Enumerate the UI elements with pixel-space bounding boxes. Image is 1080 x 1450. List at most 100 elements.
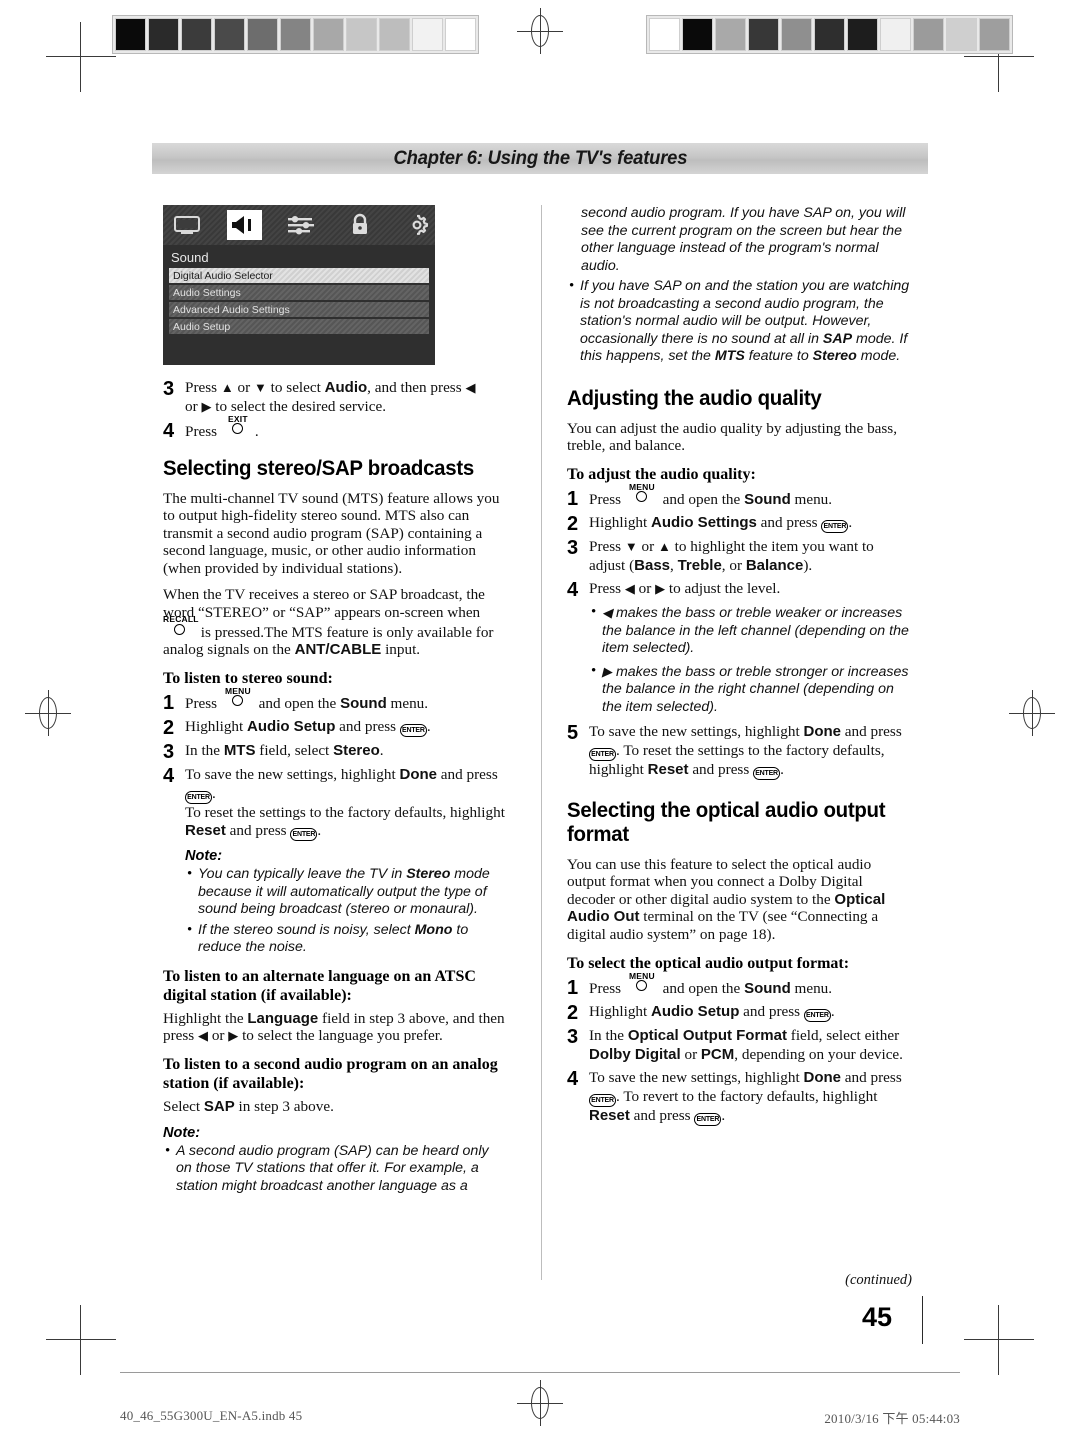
s2post: . [426,718,431,736]
aq1post: menu. [790,490,833,508]
balance-label: Balance [745,556,804,574]
step-text: Press ◀ or ▶ to adjust the level. [589,580,780,599]
dolby-digital-label: Dolby Digital [589,1045,681,1063]
osd-item-audio-settings[interactable]: Audio Settings [169,285,429,300]
optical-step-1: 1 Press MENU and open the Sound menu. [567,971,912,999]
aq5mid: and press [841,723,902,741]
menu-button-icon: MENU [625,482,659,504]
enter-button-icon: ENTER [290,828,318,842]
aq-step-5: 5 To save the new settings, highlight Do… [567,723,912,780]
sound-label: Sound [744,979,791,997]
step3-mid2: to select [266,379,325,396]
bullet-icon: • [591,604,597,621]
bullet-icon: • [187,921,193,938]
bullet-icon: • [591,662,597,679]
step-number: 3 [567,537,579,560]
para-alt-language: Highlight the Language field in step 3 a… [163,1010,508,1045]
note-text: If the stereo sound is noisy, select Mon… [198,922,508,957]
aq-step-2: 2 Highlight Audio Settings and press ENT… [567,514,912,534]
note-block-stereo: Note: • You can typically leave the TV i… [185,848,508,957]
sap-emph: SAP [822,330,853,347]
s4end: . [317,822,322,840]
osd-item-digital-audio-selector[interactable]: Digital Audio Selector [169,268,429,283]
osd-item-advanced-audio-settings[interactable]: Advanced Audio Settings [169,302,429,317]
step-number: 3 [163,378,175,400]
s4l2b: and press [225,822,291,840]
op1post: menu. [790,979,833,997]
step-number: 3 [567,1026,579,1049]
aq3s1: , [670,556,678,574]
s1pre: Press [185,694,221,712]
down-arrow-icon: ▼ [254,380,267,395]
aq1pre: Press [589,490,625,508]
osd-title: Sound [171,250,209,265]
note-bullet: • ◀ makes the bass or treble weaker or i… [591,604,912,658]
p2a: When the TV receives a stereo or SAP bro… [163,586,485,622]
aq3pre: Press [589,538,625,556]
step-text: Highlight Audio Settings and press ENTER… [589,514,852,534]
step3-l2: or [185,397,202,415]
heading-selecting-stereo-sap: Selecting stereo/SAP broadcasts [163,455,474,480]
op3mid2: or [680,1045,701,1063]
alta: Highlight the [163,1009,248,1027]
nb4: mode. [856,348,901,364]
registration-cross-left [25,690,71,736]
op2pre: Highlight [589,1003,652,1021]
crop-mark-top-left [46,22,116,92]
calibration-swatch-8 [913,18,944,51]
step-number: 2 [163,717,175,740]
calibration-swatch-2 [715,18,746,51]
bass-label: Bass [634,556,670,574]
step-number: 5 [567,722,579,745]
enter-button-icon: ENTER [589,747,616,761]
heading-adjusting-audio-quality: Adjusting the audio quality [567,385,822,410]
s4mid: and press [437,766,498,784]
optical-output-format-label: Optical Output Format [627,1027,787,1045]
n2a: If the stereo sound is noisy, select [198,921,415,938]
step-number: 1 [567,487,579,510]
calibration-swatch-5 [280,18,311,51]
enter-button-icon: ENTER [399,724,427,738]
calibration-strip-left [112,15,479,54]
note-text: ▶ makes the bass or treble stronger or i… [602,663,912,717]
s4dot: . [212,784,216,802]
enter-button-icon: ENTER [589,1093,616,1107]
note-text: A second audio program (SAP) can be hear… [176,1142,489,1194]
step-text: Press ▼ or ▲ to highlight the item you w… [589,538,912,575]
step-text: In the Optical Output Format field, sele… [589,1027,903,1064]
column-divider [541,205,542,1280]
s3mid: field, select [255,742,334,760]
sound-label: Sound [340,694,387,712]
done-label: Done [803,723,842,741]
note-bullet: • You can typically leave the TV in Ster… [187,866,508,919]
note-text: If you have SAP on and the station you a… [580,278,912,366]
s1mid: and open the [254,694,341,712]
note-label: Note: [185,848,223,865]
reset-label: Reset [589,1106,630,1124]
calibration-swatch-5 [814,18,845,51]
op3end: , depending on your device. [734,1045,903,1063]
aq-step-1: 1 Press MENU and open the Sound menu. [567,482,912,510]
heading-to-adjust-audio-quality: To adjust the audio quality: [567,465,756,483]
optical-step-2: 2 Highlight Audio Setup and press ENTER. [567,1003,912,1023]
osd-body: Sound Digital Audio Selector Audio Setti… [163,245,435,334]
step-number: 3 [163,741,175,764]
calibration-swatch-0 [649,18,680,51]
crop-mark-bottom-right [964,1305,1034,1375]
step-number: 4 [163,420,175,442]
language-label: Language [247,1009,319,1027]
calibration-swatch-8 [379,18,410,51]
sapa: Select [163,1098,204,1116]
step-number: 4 [163,765,175,788]
s3pre: In the [185,742,224,760]
enter-button-icon: ENTER [803,1009,831,1023]
file-id-label: 40_46_55G300U_EN-A5.indb 45 [120,1408,303,1423]
aq2mid: and press [756,514,822,532]
tv-osd-screenshot: Sound Digital Audio Selector Audio Setti… [163,205,435,365]
registration-cross-right [1009,690,1055,736]
calibration-swatch-3 [214,18,245,51]
stereo-step-3: 3 In the MTS field, select Stereo. [163,741,508,764]
gear-icon [399,210,435,240]
osd-item-audio-setup[interactable]: Audio Setup [169,319,429,334]
right-arrow-icon: ▶ [228,1028,239,1044]
